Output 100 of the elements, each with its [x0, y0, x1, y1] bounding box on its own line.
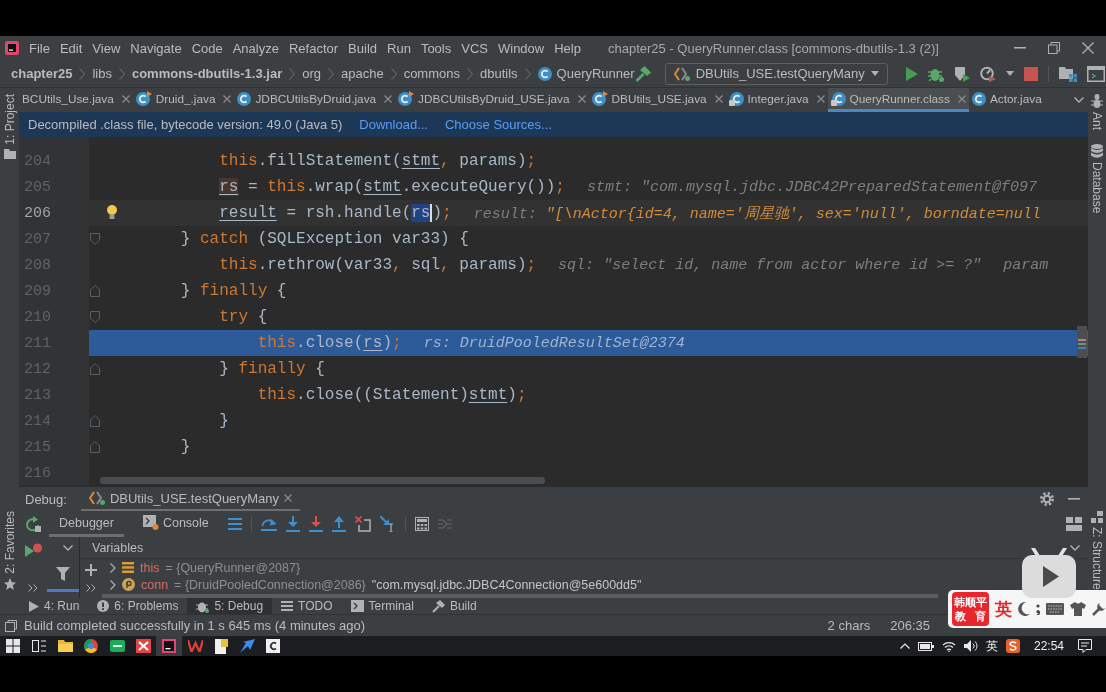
lightbulb-icon[interactable]: [107, 205, 117, 219]
menu-item[interactable]: Window: [492, 40, 550, 56]
tool-window-button[interactable]: 2: Favorites: [2, 511, 17, 590]
menu-item[interactable]: Build: [343, 40, 382, 56]
close-icon[interactable]: [957, 94, 966, 103]
wrench-icon[interactable]: [1092, 602, 1106, 616]
input-mode[interactable]: 英: [995, 597, 1012, 621]
editor-tab[interactable]: Actor.java: [968, 88, 1045, 112]
banner-link[interactable]: Choose Sources...: [445, 117, 552, 132]
breadcrumb[interactable]: apache: [341, 66, 384, 81]
squares-icon[interactable]: [5, 619, 17, 632]
arrow-down-icon[interactable]: [285, 516, 300, 532]
folder-icon[interactable]: [57, 640, 73, 652]
menu-item[interactable]: Code: [186, 40, 228, 56]
chevron-right-icon[interactable]: [110, 579, 116, 590]
close-icon[interactable]: [284, 494, 292, 502]
breadcrumb[interactable]: chapter25: [11, 66, 73, 81]
lines-icon[interactable]: [227, 518, 242, 530]
menu-item[interactable]: VCS: [456, 40, 493, 56]
menu-item[interactable]: Navigate: [125, 40, 187, 56]
banner-link[interactable]: Download...: [359, 117, 428, 132]
tiles-icon[interactable]: [1066, 517, 1082, 531]
app-icon[interactable]: [135, 639, 151, 653]
chevron-right-icon[interactable]: [110, 562, 116, 573]
terminal-window-icon[interactable]: [1086, 65, 1105, 82]
curved-arrow-icon[interactable]: [260, 517, 277, 531]
close-icon[interactable]: [1082, 42, 1094, 54]
breadcrumb[interactable]: libs: [92, 66, 112, 81]
tool-window-tab[interactable]: 6: Problems: [88, 598, 188, 614]
menu-item[interactable]: Analyze: [227, 40, 284, 56]
windows-icon[interactable]: [6, 639, 20, 653]
settings-icon[interactable]: [1040, 492, 1054, 506]
speaker-icon[interactable]: [963, 640, 978, 652]
close-icon[interactable]: [223, 94, 232, 103]
chevron-down-icon[interactable]: [1074, 97, 1084, 103]
close-icon[interactable]: [816, 94, 825, 103]
semicolon-icon[interactable]: [1036, 603, 1040, 615]
hammer-icon[interactable]: [634, 65, 651, 82]
fold-marker-icon[interactable]: [90, 363, 100, 375]
panel-tab[interactable]: Console: [132, 511, 219, 537]
caret-position[interactable]: 206:35: [890, 618, 930, 633]
tool-window-tab[interactable]: Terminal: [341, 598, 423, 614]
app-icon[interactable]: [266, 639, 280, 653]
tool-window-tab[interactable]: 5: Debug: [187, 598, 273, 614]
frames-scrollbar[interactable]: [47, 589, 79, 592]
editor-tab[interactable]: DBUtils_USE.java: [588, 88, 726, 112]
speech-bubble-icon[interactable]: [1078, 639, 1092, 653]
fold-marker-icon[interactable]: [90, 285, 100, 297]
menu-item[interactable]: Edit: [54, 40, 88, 56]
arrow-up-icon[interactable]: [331, 516, 346, 532]
editor-tab[interactable]: QueryRunner.class: [827, 88, 969, 112]
app-icon[interactable]: [214, 638, 228, 654]
editor-tab[interactable]: JDBCUtilsByDruid_USE.java: [395, 88, 589, 112]
caret-icon[interactable]: [1005, 71, 1014, 76]
editor-tab[interactable]: Integer.java: [725, 88, 828, 112]
play-icon[interactable]: [905, 66, 918, 81]
menu-item[interactable]: Run: [382, 40, 416, 56]
cross-frame-icon[interactable]: [354, 516, 371, 532]
menu-item[interactable]: Help: [549, 40, 586, 56]
app-icon[interactable]: [1005, 639, 1020, 653]
breadcrumb[interactable]: commons-dbutils-1.3.jar: [131, 66, 283, 81]
menu-item[interactable]: Refactor: [283, 40, 344, 56]
fold-marker-icon[interactable]: [90, 233, 100, 245]
chevron-up-icon[interactable]: [899, 643, 910, 649]
double-chevron-icon[interactable]: [28, 584, 38, 592]
session-tab[interactable]: DBUtils_USE.testQueryMany: [80, 487, 300, 511]
chevron-down-icon[interactable]: [63, 545, 73, 551]
tool-window-tab[interactable]: 4: Run: [20, 598, 89, 614]
wifi-icon[interactable]: [941, 640, 956, 652]
close-icon[interactable]: [384, 94, 393, 103]
breadcrumb[interactable]: commons: [403, 66, 460, 81]
breadcrumb[interactable]: dbutils: [480, 66, 518, 81]
app-icon[interactable]: [162, 639, 176, 653]
editor-tab[interactable]: JDBCUtilsByDruid.java: [234, 88, 396, 112]
stop-icon[interactable]: [1023, 66, 1038, 81]
shield-play-icon[interactable]: [953, 65, 970, 82]
gauge-icon[interactable]: [979, 65, 996, 82]
filter-icon[interactable]: [56, 567, 70, 581]
play-dot-icon[interactable]: [24, 542, 42, 558]
tool-window-button[interactable]: 1: Project: [2, 94, 17, 159]
menu-item[interactable]: Tools: [415, 40, 457, 56]
arrow-down-icon[interactable]: [308, 516, 323, 532]
folder-grid-icon[interactable]: [1058, 65, 1077, 82]
fold-marker-icon[interactable]: [90, 311, 100, 323]
close-icon[interactable]: [577, 94, 586, 103]
rerun-icon[interactable]: [25, 516, 41, 532]
app-icon[interactable]: [109, 640, 125, 652]
moon-icon[interactable]: [1018, 602, 1030, 616]
tool-window-button[interactable]: Database: [1090, 144, 1104, 214]
close-icon[interactable]: [714, 94, 723, 103]
fold-marker-icon[interactable]: [90, 415, 100, 427]
app-icon[interactable]: [84, 639, 98, 653]
menu-item[interactable]: View: [87, 40, 126, 56]
double-chevron-icon[interactable]: [86, 584, 96, 592]
calculator-icon[interactable]: [414, 517, 429, 531]
close-icon[interactable]: [121, 94, 130, 103]
horizontal-scrollbar[interactable]: [100, 477, 545, 484]
task-view-icon[interactable]: [32, 640, 46, 652]
tool-window-button[interactable]: Ant: [1090, 94, 1104, 130]
editor-tab[interactable]: Druid_.java: [132, 88, 235, 112]
